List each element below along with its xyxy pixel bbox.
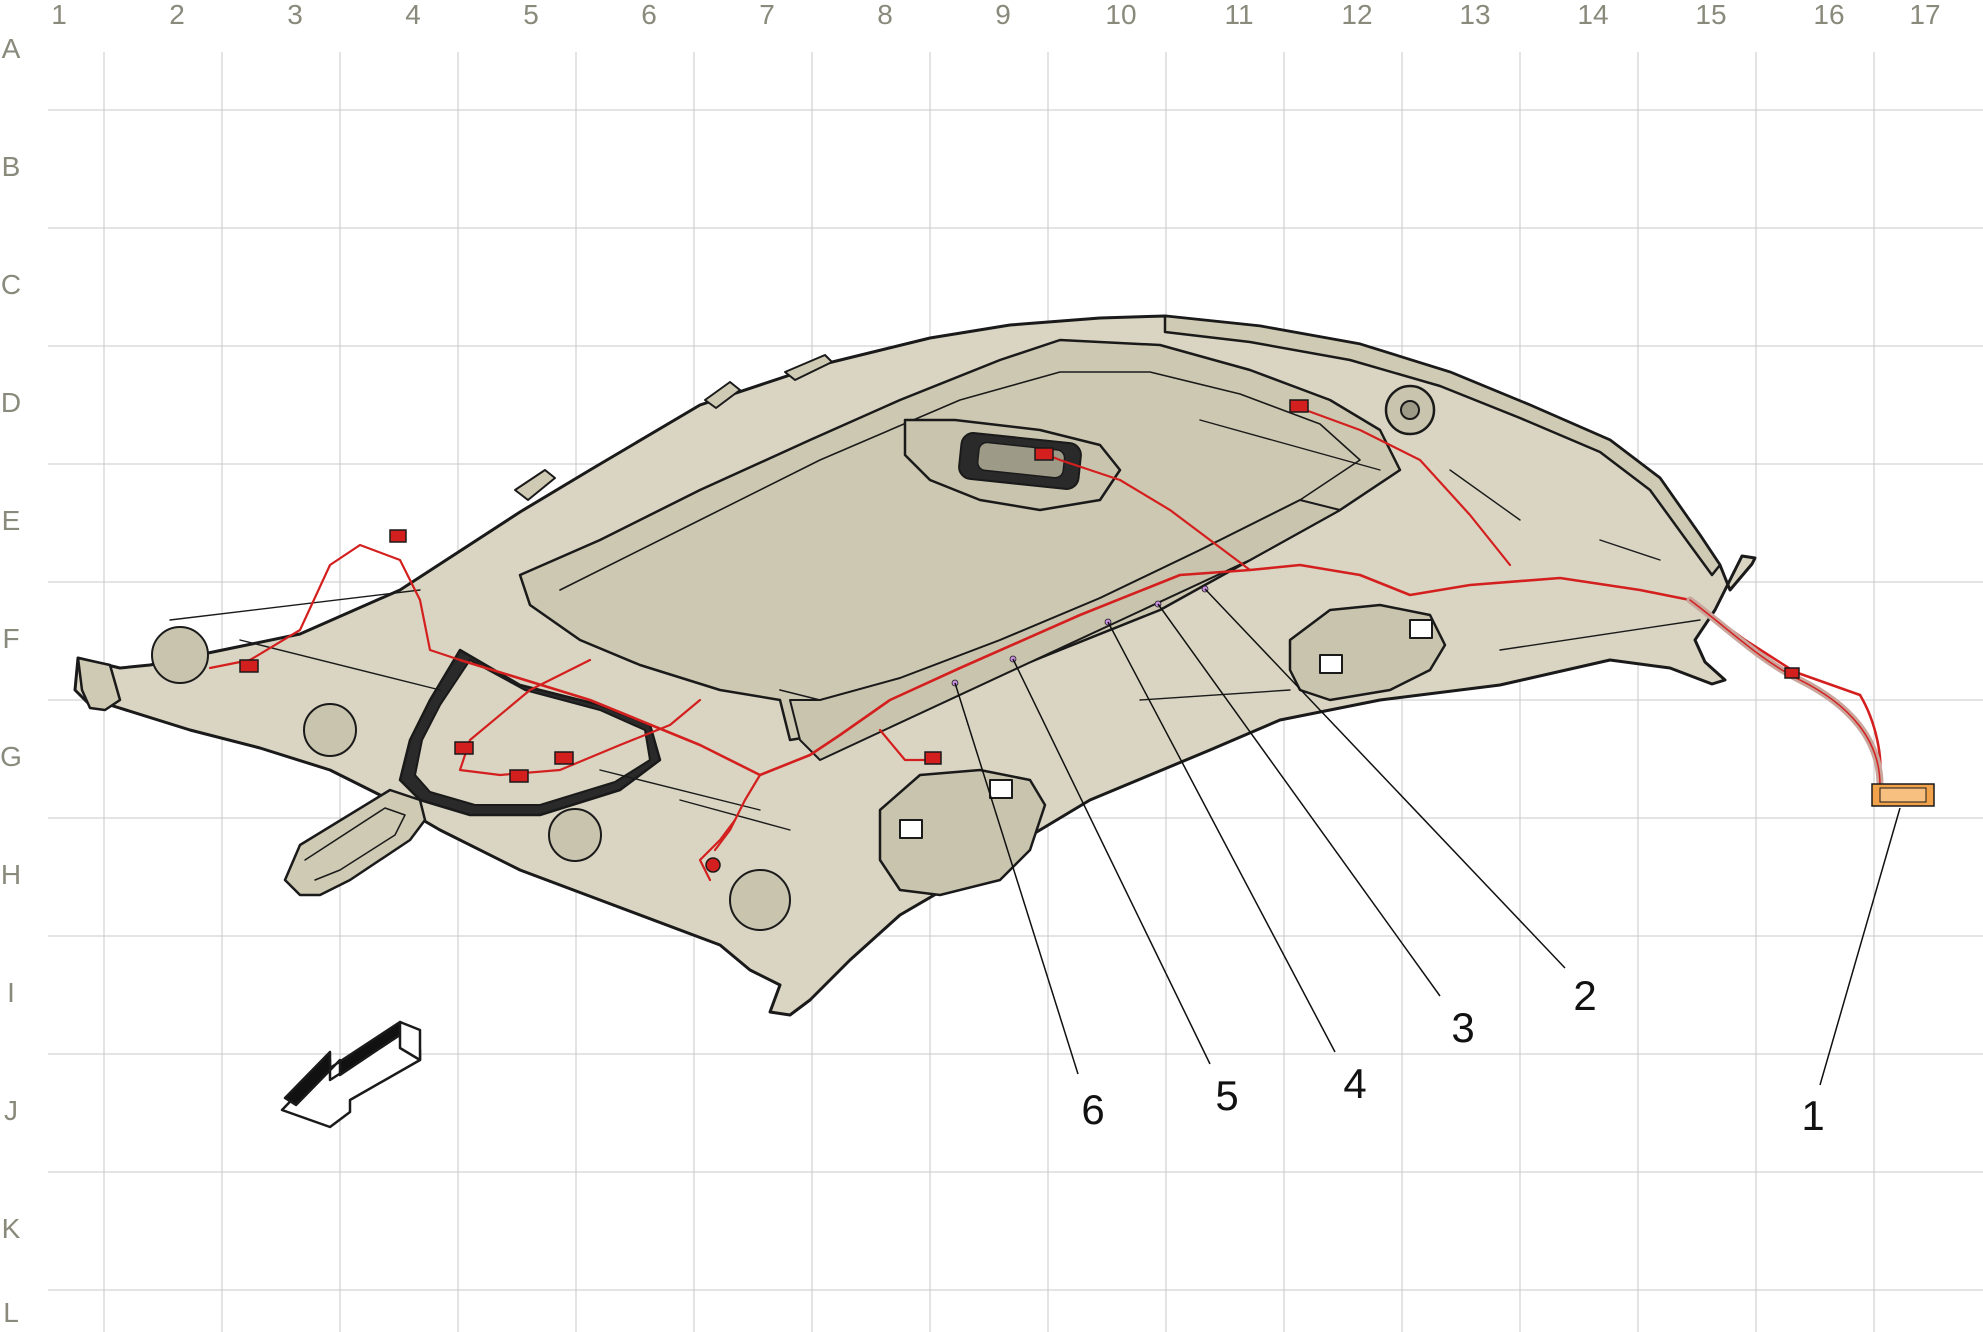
front-grommet-core <box>1400 400 1420 420</box>
lower-bolt-cluster <box>729 869 791 931</box>
grid-row-label: D <box>1 387 21 418</box>
grid-column-label: 2 <box>169 0 185 30</box>
grid-column-label: 13 <box>1459 0 1490 30</box>
grid-row-label: F <box>2 623 19 654</box>
grid-column-label: 11 <box>1224 0 1253 30</box>
callout-6: 6 <box>1081 1086 1104 1133</box>
grid-row-labels: A B C D E F G H I J K L <box>0 33 22 1328</box>
assist-handle-rear-clip-a <box>1319 654 1343 674</box>
connector-lower-plug <box>705 857 721 873</box>
connector-mid-harness <box>1784 667 1800 679</box>
grid-row-label: K <box>2 1213 21 1244</box>
connector-rear-opening-c <box>554 751 574 765</box>
callout-labels: 1 2 3 4 5 6 <box>1081 972 1824 1139</box>
grid-column-label: 9 <box>995 0 1011 30</box>
rear-bolt-cluster-center <box>548 808 602 862</box>
wiring-diagram: 1 2 3 4 5 6 7 8 9 10 11 12 13 14 15 16 17 ABCDEFGHIJKL <box>0 0 1983 1332</box>
callout-1: 1 <box>1801 1092 1824 1139</box>
callout-3: 3 <box>1451 1004 1474 1051</box>
grid-column-label: 1 <box>51 0 67 30</box>
grid-row-label: G <box>0 741 22 772</box>
rear-bolt-cluster-mid <box>303 703 357 757</box>
grid-column-label: 15 <box>1695 0 1726 30</box>
grid-column-labels: 1 2 3 4 5 6 7 8 9 10 11 12 13 14 15 16 17 <box>51 0 1940 30</box>
connector-rear-left-b <box>239 659 259 673</box>
grid-column-label: 8 <box>877 0 893 30</box>
external-connector-face <box>1879 787 1927 803</box>
grid-row-label: J <box>4 1095 18 1126</box>
rear-bolt-cluster-left <box>151 626 209 684</box>
leader-line-1 <box>1819 807 1901 1086</box>
assist-handle-front-clip-a <box>899 819 923 839</box>
connector-handle-front <box>924 751 942 765</box>
headliner-panel <box>73 314 1757 1017</box>
connector-rear-opening-b <box>509 769 529 783</box>
grid-column-label: 17 <box>1909 0 1940 30</box>
callout-5: 5 <box>1215 1072 1238 1119</box>
grid-row-label: L <box>3 1297 19 1328</box>
callout-2: 2 <box>1573 972 1596 1019</box>
connector-rear-opening-a <box>454 741 474 755</box>
assist-handle-front-clip-b <box>989 779 1013 799</box>
grid-row-label: B <box>2 151 21 182</box>
grid-column-label: 4 <box>405 0 421 30</box>
connector-dome-lamp <box>1034 447 1054 461</box>
assist-handle-rear-clip-b <box>1409 619 1433 639</box>
grid-row-label: H <box>1 859 21 890</box>
grid-column-label: 12 <box>1341 0 1372 30</box>
grid-column-label: 10 <box>1105 0 1136 30</box>
grid-column-label: 7 <box>759 0 775 30</box>
grid-row-label: A <box>2 33 21 64</box>
grid-column-label: 5 <box>523 0 539 30</box>
callout-4: 4 <box>1343 1060 1366 1107</box>
connector-front-grommet <box>1289 399 1309 413</box>
front-direction-arrow-icon <box>280 1020 422 1129</box>
grid-column-label: 14 <box>1577 0 1608 30</box>
grid-row-label: E <box>2 505 21 536</box>
grid-column-label: 16 <box>1813 0 1844 30</box>
grid-row-label: I <box>7 977 15 1008</box>
sun-visor-left <box>283 788 427 897</box>
grid-column-label: 6 <box>641 0 657 30</box>
grid-column-label: 3 <box>287 0 303 30</box>
grid-row-label: C <box>1 269 21 300</box>
connector-rear-left-a <box>389 529 407 543</box>
